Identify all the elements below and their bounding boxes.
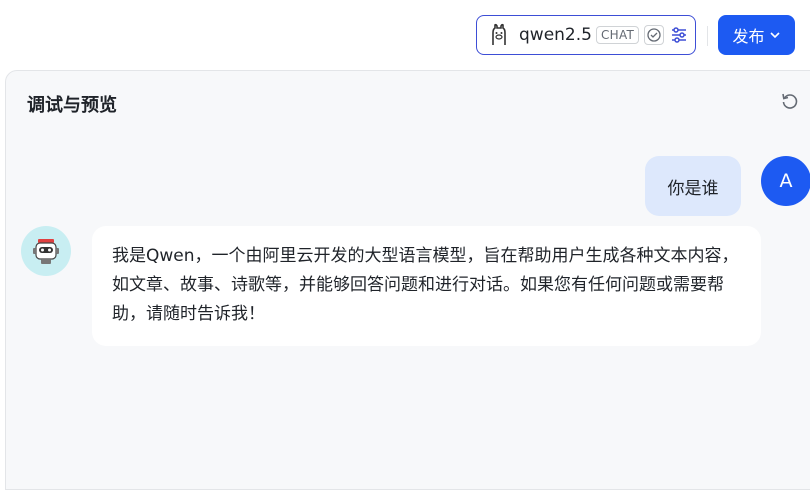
robot-icon [21, 226, 71, 276]
chevron-down-icon [769, 26, 781, 45]
refresh-icon[interactable] [780, 91, 800, 111]
user-message-bubble: 你是谁 [645, 156, 741, 216]
top-toolbar: qwen2.5 CHAT 发布 [0, 0, 810, 70]
model-name: qwen2.5 [519, 25, 592, 45]
publish-button-label: 发布 [732, 27, 765, 46]
toolbar-divider [707, 26, 708, 46]
panel-title: 调试与预览 [27, 95, 117, 116]
assistant-message-bubble: 我是Qwen，一个由阿里云开发的大型语言模型，旨在帮助用户生成各种文本内容，如文… [92, 226, 761, 346]
user-avatar: A [761, 156, 810, 206]
assistant-message-text: 我是Qwen，一个由阿里云开发的大型语言模型，旨在帮助用户生成各种文本内容，如文… [112, 246, 739, 324]
user-message-text: 你是谁 [667, 178, 719, 199]
settings-sliders-icon[interactable] [669, 25, 689, 45]
debug-preview-panel: 调试与预览 你是谁 A 我是Qwen，一个由阿里云开发的大型语言模型，旨在帮助用… [5, 70, 810, 490]
model-type-badge: CHAT [595, 26, 640, 44]
model-selector[interactable]: qwen2.5 CHAT [476, 15, 696, 55]
plugin-icon[interactable] [644, 25, 665, 45]
llama-icon [487, 23, 511, 47]
publish-button[interactable]: 发布 [718, 15, 795, 55]
